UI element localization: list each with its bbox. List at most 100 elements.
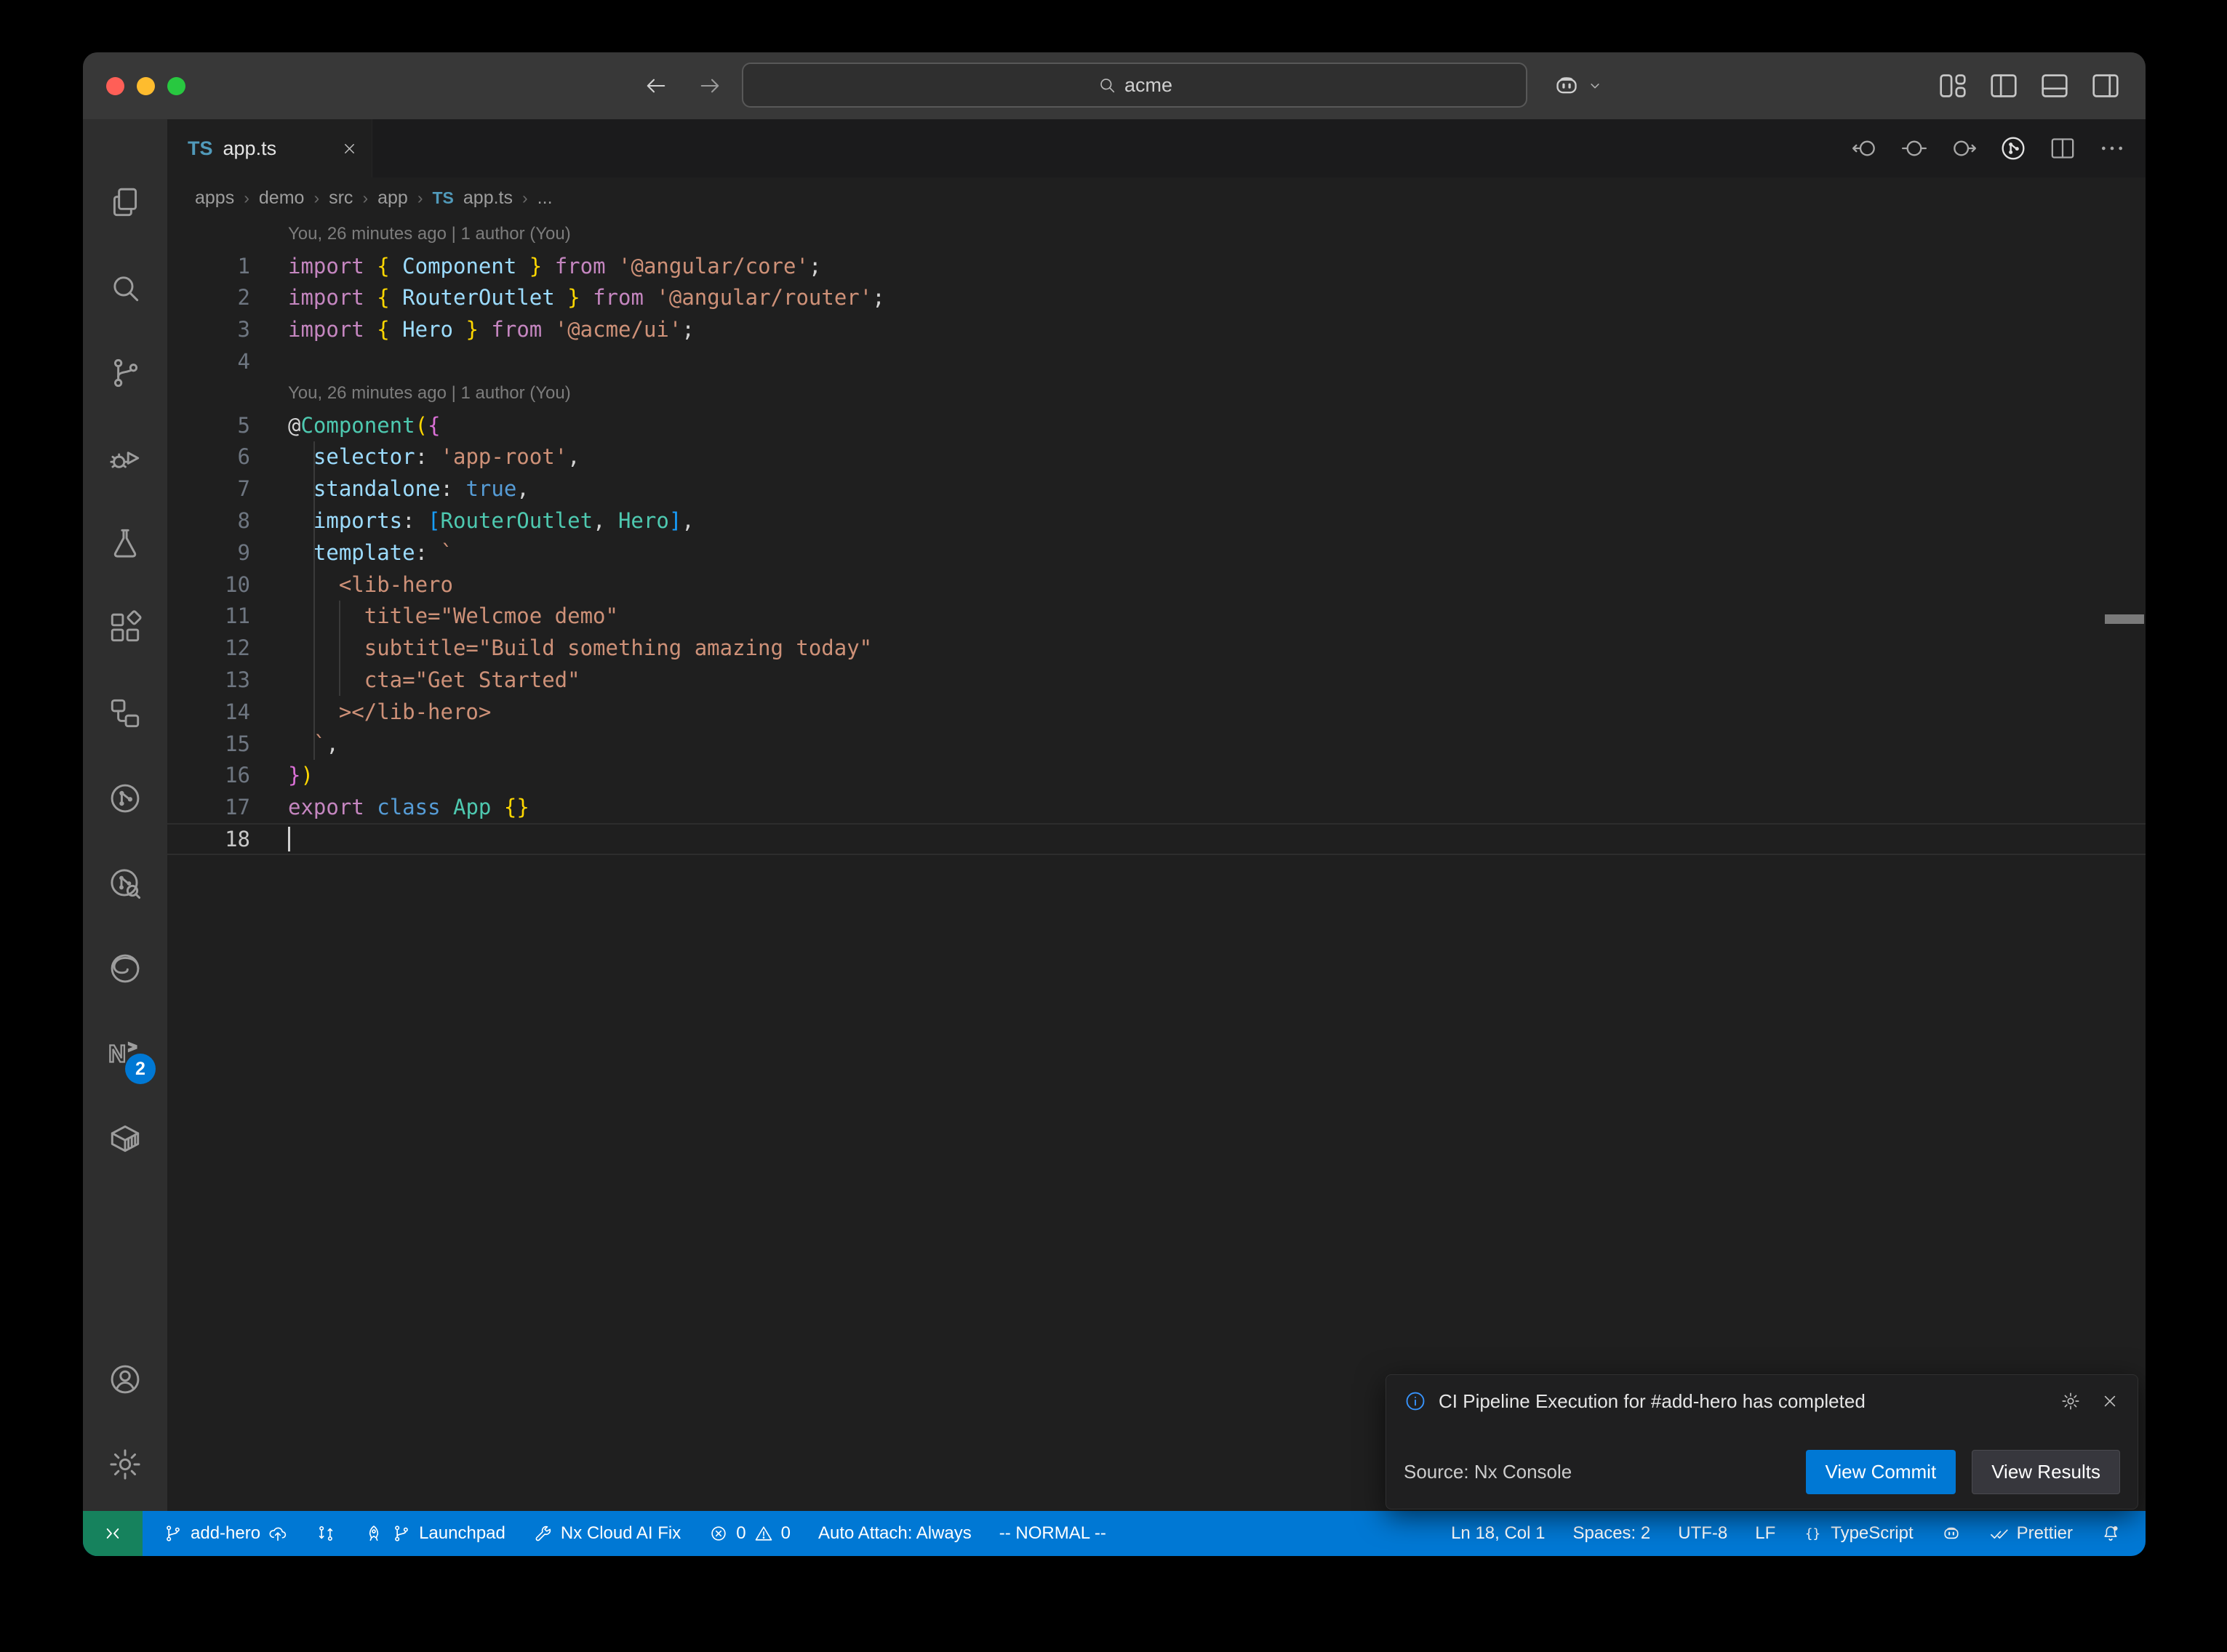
line-number[interactable]: 16: [167, 763, 288, 787]
remote-indicator[interactable]: [83, 1511, 143, 1556]
toggle-sidebar-left-icon[interactable]: [1987, 69, 2020, 103]
code-line-12[interactable]: 12 subtitle="Build something amazing tod…: [167, 632, 2146, 664]
status-nx-cloud-ai-fix[interactable]: Nx Cloud AI Fix: [533, 1523, 681, 1544]
status-launchpad[interactable]: Launchpad: [364, 1523, 505, 1544]
breadcrumb-item-src[interactable]: src: [329, 188, 353, 209]
breadcrumb-item-app-ts[interactable]: app.ts: [463, 188, 513, 209]
breadcrumb-item--[interactable]: ...: [537, 188, 553, 209]
status-notifications[interactable]: [2100, 1523, 2121, 1544]
code-line-3[interactable]: 3import { Hero } from '@acme/ui';: [167, 313, 2146, 345]
close-tab-icon[interactable]: [340, 140, 359, 158]
testing-icon: [107, 525, 143, 561]
code-line-9[interactable]: 9 template: `: [167, 537, 2146, 569]
line-number[interactable]: 17: [167, 795, 288, 819]
status-vim-mode[interactable]: -- NORMAL --: [999, 1523, 1106, 1544]
line-number[interactable]: 3: [167, 317, 288, 342]
line-number[interactable]: 7: [167, 476, 288, 501]
back-icon[interactable]: [643, 73, 669, 99]
view-results-button[interactable]: View Results: [1972, 1450, 2120, 1494]
blame-row[interactable]: You, 26 minutes ago | 1 author (You): [167, 218, 2146, 250]
line-number[interactable]: 1: [167, 254, 288, 278]
gear-icon[interactable]: [2060, 1391, 2081, 1411]
line-number[interactable]: 12: [167, 635, 288, 660]
activity-item-browser[interactable]: [83, 926, 167, 1011]
line-number[interactable]: 2: [167, 285, 288, 310]
code-line-15[interactable]: 15 `,: [167, 728, 2146, 760]
copilot-menu[interactable]: [1552, 52, 1604, 119]
tab-app-ts[interactable]: TS app.ts: [167, 119, 372, 177]
breadcrumb-item-app[interactable]: app: [377, 188, 408, 209]
status-prettier[interactable]: Prettier: [1989, 1523, 2073, 1544]
breadcrumb-item-demo[interactable]: demo: [259, 188, 305, 209]
code-line-6[interactable]: 6 selector: 'app-root',: [167, 441, 2146, 473]
activity-item-search[interactable]: [83, 245, 167, 330]
toggle-panel-icon[interactable]: [2038, 69, 2071, 103]
line-number[interactable]: 6: [167, 444, 288, 469]
command-center-search[interactable]: acme: [742, 63, 1527, 108]
code-line-13[interactable]: 13 cta="Get Started": [167, 664, 2146, 696]
line-number[interactable]: 18: [167, 827, 288, 851]
code-line-8[interactable]: 8 imports: [RouterOutlet, Hero],: [167, 505, 2146, 537]
status-copilot-status[interactable]: [1941, 1523, 1962, 1544]
blame-row[interactable]: You, 26 minutes ago | 1 author (You): [167, 377, 2146, 409]
activity-item-nx[interactable]: N>2: [83, 1011, 167, 1096]
split-editor-icon[interactable]: [2048, 134, 2077, 163]
next-change-icon[interactable]: [1949, 134, 1978, 163]
code-line-7[interactable]: 7 standalone: true,: [167, 473, 2146, 505]
previous-change-icon[interactable]: [1850, 134, 1879, 163]
status-cursor-position[interactable]: Ln 18, Col 1: [1451, 1523, 1545, 1544]
status-auto-attach[interactable]: Auto Attach: Always: [818, 1523, 972, 1544]
forward-icon[interactable]: [697, 73, 723, 99]
code-line-10[interactable]: 10 <lib-hero: [167, 569, 2146, 601]
status-git-compare[interactable]: [316, 1523, 336, 1544]
code-line-2[interactable]: 2import { RouterOutlet } from '@angular/…: [167, 282, 2146, 314]
status-problems[interactable]: 00: [708, 1523, 791, 1544]
activity-item-gitlens-inspect[interactable]: [83, 841, 167, 926]
code-line-16[interactable]: 16}): [167, 760, 2146, 792]
line-number[interactable]: 11: [167, 604, 288, 628]
activity-item-account[interactable]: [83, 1336, 167, 1422]
activity-item-source-control[interactable]: [83, 330, 167, 415]
customize-layout-icon[interactable]: [1936, 69, 1970, 103]
status-eol[interactable]: LF: [1755, 1523, 1775, 1544]
code-line-18[interactable]: 18: [167, 823, 2146, 855]
breadcrumb-item-apps[interactable]: apps: [195, 188, 234, 209]
maximize-window-button[interactable]: [167, 77, 185, 95]
line-number[interactable]: 10: [167, 572, 288, 597]
status-language-mode[interactable]: {}TypeScript: [1803, 1523, 1913, 1544]
line-number[interactable]: 8: [167, 508, 288, 533]
code-line-17[interactable]: 17export class App {}: [167, 791, 2146, 823]
close-window-button[interactable]: [106, 77, 124, 95]
activity-item-settings[interactable]: [83, 1422, 167, 1507]
code-editor[interactable]: You, 26 minutes ago | 1 author (You)1imp…: [167, 218, 2146, 1511]
toggle-sidebar-right-icon[interactable]: [2089, 69, 2122, 103]
line-number[interactable]: 15: [167, 731, 288, 756]
commit-graph-icon[interactable]: [1999, 134, 2028, 163]
code-line-1[interactable]: 1import { Component } from '@angular/cor…: [167, 250, 2146, 282]
close-icon[interactable]: [2100, 1391, 2120, 1411]
line-number[interactable]: 5: [167, 413, 288, 438]
activity-item-explorer[interactable]: [83, 160, 167, 245]
line-number[interactable]: 4: [167, 349, 288, 374]
activity-item-extensions[interactable]: [83, 585, 167, 670]
more-actions-icon[interactable]: [2098, 134, 2127, 163]
line-number[interactable]: 14: [167, 699, 288, 724]
code-line-14[interactable]: 14 ></lib-hero>: [167, 696, 2146, 728]
activity-item-containers[interactable]: [83, 1096, 167, 1181]
code-line-5[interactable]: 5@Component({: [167, 409, 2146, 441]
activity-item-run-debug[interactable]: [83, 415, 167, 500]
status-indentation[interactable]: Spaces: 2: [1573, 1523, 1651, 1544]
status-branch-add-hero[interactable]: add-hero: [163, 1523, 288, 1544]
activity-bar-bottom: [83, 1336, 167, 1511]
code-line-4[interactable]: 4: [167, 345, 2146, 377]
activity-item-gitlens[interactable]: [83, 755, 167, 841]
changes-icon[interactable]: [1900, 134, 1929, 163]
line-number[interactable]: 13: [167, 667, 288, 692]
minimize-window-button[interactable]: [137, 77, 155, 95]
activity-item-testing[interactable]: [83, 500, 167, 585]
status-encoding[interactable]: UTF-8: [1678, 1523, 1727, 1544]
line-number[interactable]: 9: [167, 540, 288, 565]
view-commit-button[interactable]: View Commit: [1806, 1450, 1956, 1494]
activity-item-references[interactable]: [83, 670, 167, 755]
code-line-11[interactable]: 11 title="Welcmoe demo": [167, 601, 2146, 633]
